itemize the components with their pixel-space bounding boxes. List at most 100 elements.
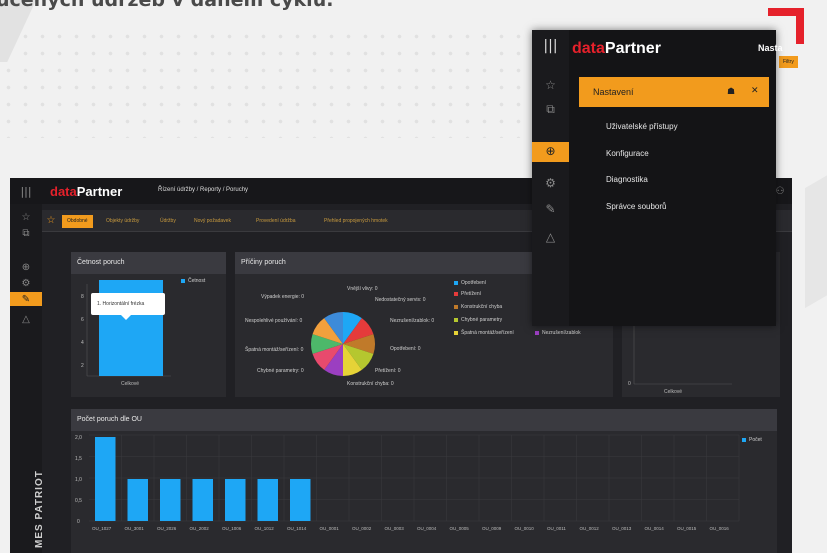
category-label: OU_0010: [515, 526, 535, 531]
category-label: OU_0004: [417, 526, 437, 531]
gear-icon[interactable]: ⚙: [10, 278, 42, 289]
category-label: OU_0002: [352, 526, 372, 531]
bar: [127, 479, 148, 521]
legend-label: Opotřebení: [461, 280, 487, 286]
pie-label-4: Opotřebení: 0: [390, 346, 421, 352]
category-label: OU_1012: [255, 526, 275, 531]
category-label: OU_1027: [92, 526, 112, 531]
side-label: MES PATRIOT: [34, 470, 45, 548]
tick-0-5: 0,5: [75, 498, 82, 504]
menu-item-file-manager[interactable]: Správce souborů: [606, 202, 666, 211]
wrench-icon[interactable]: ✎: [10, 294, 42, 305]
legend-swatch: [454, 318, 458, 322]
category-label: Celkové: [121, 381, 139, 387]
legend-label: Špatná montáž/seřízení: [461, 330, 514, 336]
tick-0: 0: [628, 381, 631, 387]
bar: [192, 479, 213, 521]
breadcrumb: Řízení údržby / Reporty / Poruchy: [158, 187, 249, 193]
menu-icon[interactable]: |||: [532, 38, 569, 54]
legend-swatch: [454, 281, 458, 285]
legend-label: Konstrukční chyba: [461, 304, 503, 310]
tick-2: 2,0: [75, 435, 82, 441]
panel-title: Počet poruch dle OU: [71, 409, 777, 431]
category-label: OU_1006: [222, 526, 242, 531]
legend-swatch: [454, 331, 458, 335]
tab-obdobne[interactable]: Obdobné: [62, 215, 93, 228]
menu-icon[interactable]: |||: [10, 185, 42, 198]
menu-item-diagnostics[interactable]: Diagnostika: [606, 175, 648, 184]
category-label: OU_0005: [450, 526, 470, 531]
legend-label: Četnost: [188, 278, 206, 284]
copy-icon[interactable]: ⧉: [10, 228, 42, 239]
panel-ou: Počet poruch dle OU OU_1027 OU_3001 OU_202…: [71, 409, 777, 553]
pie-label-6: Konstrukční chyba: 0: [347, 381, 394, 387]
tab-udrzby[interactable]: Údržby: [160, 215, 176, 228]
warning-icon[interactable]: △: [10, 314, 42, 325]
tick-8: 8: [81, 294, 84, 300]
chart-ou: OU_1027 OU_3001 OU_2026 OU_2002 OU_1006 OU_10…: [75, 434, 740, 531]
legend-swatch: [454, 305, 458, 309]
copy-icon[interactable]: ⧉: [532, 102, 569, 117]
bar: [95, 437, 116, 521]
category-label: OU_2026: [157, 526, 177, 531]
close-icon[interactable]: ✕: [751, 85, 759, 96]
tab-prehled[interactable]: Přehled propojených hmotek: [324, 215, 388, 228]
legend-swatch: [535, 331, 539, 335]
menu-item-user-access[interactable]: Uživatelské přístupy: [606, 122, 678, 131]
pie-label-10: Výpadek energie: 0: [261, 294, 305, 300]
category-label: OU_0009: [482, 526, 502, 531]
bar: [257, 479, 278, 521]
category-label: OU_3001: [125, 526, 145, 531]
pin-icon[interactable]: ☗: [727, 86, 735, 97]
menu-brand-logo[interactable]: dataPartner: [572, 40, 661, 58]
gear-icon[interactable]: ⚙: [532, 176, 569, 190]
tick-4: 4: [81, 340, 84, 346]
wrench-icon[interactable]: ✎: [532, 202, 569, 216]
category-label: OU_0015: [677, 526, 697, 531]
warning-icon[interactable]: △: [532, 230, 569, 244]
brand-logo[interactable]: dataPartner: [50, 184, 122, 199]
star-icon[interactable]: ☆: [10, 212, 42, 223]
filter-button[interactable]: Filtry: [779, 56, 798, 68]
globe-icon[interactable]: ⊕: [532, 144, 569, 158]
legend-label: Přetížení: [461, 291, 482, 297]
category-label: OU_0003: [385, 526, 405, 531]
menu-item-configuration[interactable]: Konfigurace: [606, 149, 649, 158]
pie-label-8: Špatná montáž/seřízení: 0: [245, 347, 304, 353]
pie-label-7: Chybné parametry: 0: [257, 368, 304, 374]
document-header-text: učených údržeb v daném cyklu.: [0, 0, 334, 11]
bar: [225, 479, 246, 521]
legend-label: Počet: [749, 437, 762, 443]
tab-provedeni[interactable]: Provedení údržba: [256, 215, 295, 228]
background-shape: [805, 171, 827, 309]
pie-label-9: Nespolehlivé používání: 0: [245, 318, 303, 324]
bar-tooltip: 1. Horizontální frézka: [91, 293, 165, 320]
settings-title: Nastavení: [593, 87, 634, 97]
globe-icon[interactable]: ⊕: [10, 262, 42, 273]
category-label: OU_0001: [320, 526, 340, 531]
tab-objekty-udrzby[interactable]: Objekty údržby: [106, 215, 139, 228]
favorite-icon[interactable]: ☆: [44, 215, 58, 226]
tick-1: 1,0: [75, 477, 82, 483]
category-label: OU_0016: [710, 526, 730, 531]
category-label: OU_1014: [287, 526, 307, 531]
pie-label-1: Vnější vlivy: 0: [347, 286, 378, 292]
menu-sidebar: ||| ☆ ⧉ ⊕ ⚙ ✎ △: [532, 30, 569, 326]
menu-top-label: Nasta: [758, 43, 783, 53]
panel-title: Četnost poruch: [71, 252, 226, 274]
category-label: OU_0012: [580, 526, 600, 531]
tab-novy-pozadavek[interactable]: Nový požadavek: [194, 215, 231, 228]
category-label: OU_0011: [547, 526, 566, 531]
pie-label-5: Přetížení: 0: [375, 368, 401, 374]
tick-6: 6: [81, 317, 84, 323]
pie-label-2: Nedostatečný servis: 0: [375, 297, 426, 303]
bar: [290, 479, 311, 521]
tick-2: 2: [81, 363, 84, 369]
legend-label: Chybné parametry: [461, 317, 503, 323]
star-icon[interactable]: ☆: [532, 78, 569, 92]
legend-swatch: [742, 438, 746, 442]
pie-label-3: Nezrušení/zablok: 0: [390, 318, 435, 324]
panel-frequency: Četnost poruch 8 6 4 2 Celkové Četnost: [71, 252, 226, 397]
legend-label: Nezrušení/zablok: [542, 330, 581, 336]
legend-swatch: [181, 279, 185, 283]
